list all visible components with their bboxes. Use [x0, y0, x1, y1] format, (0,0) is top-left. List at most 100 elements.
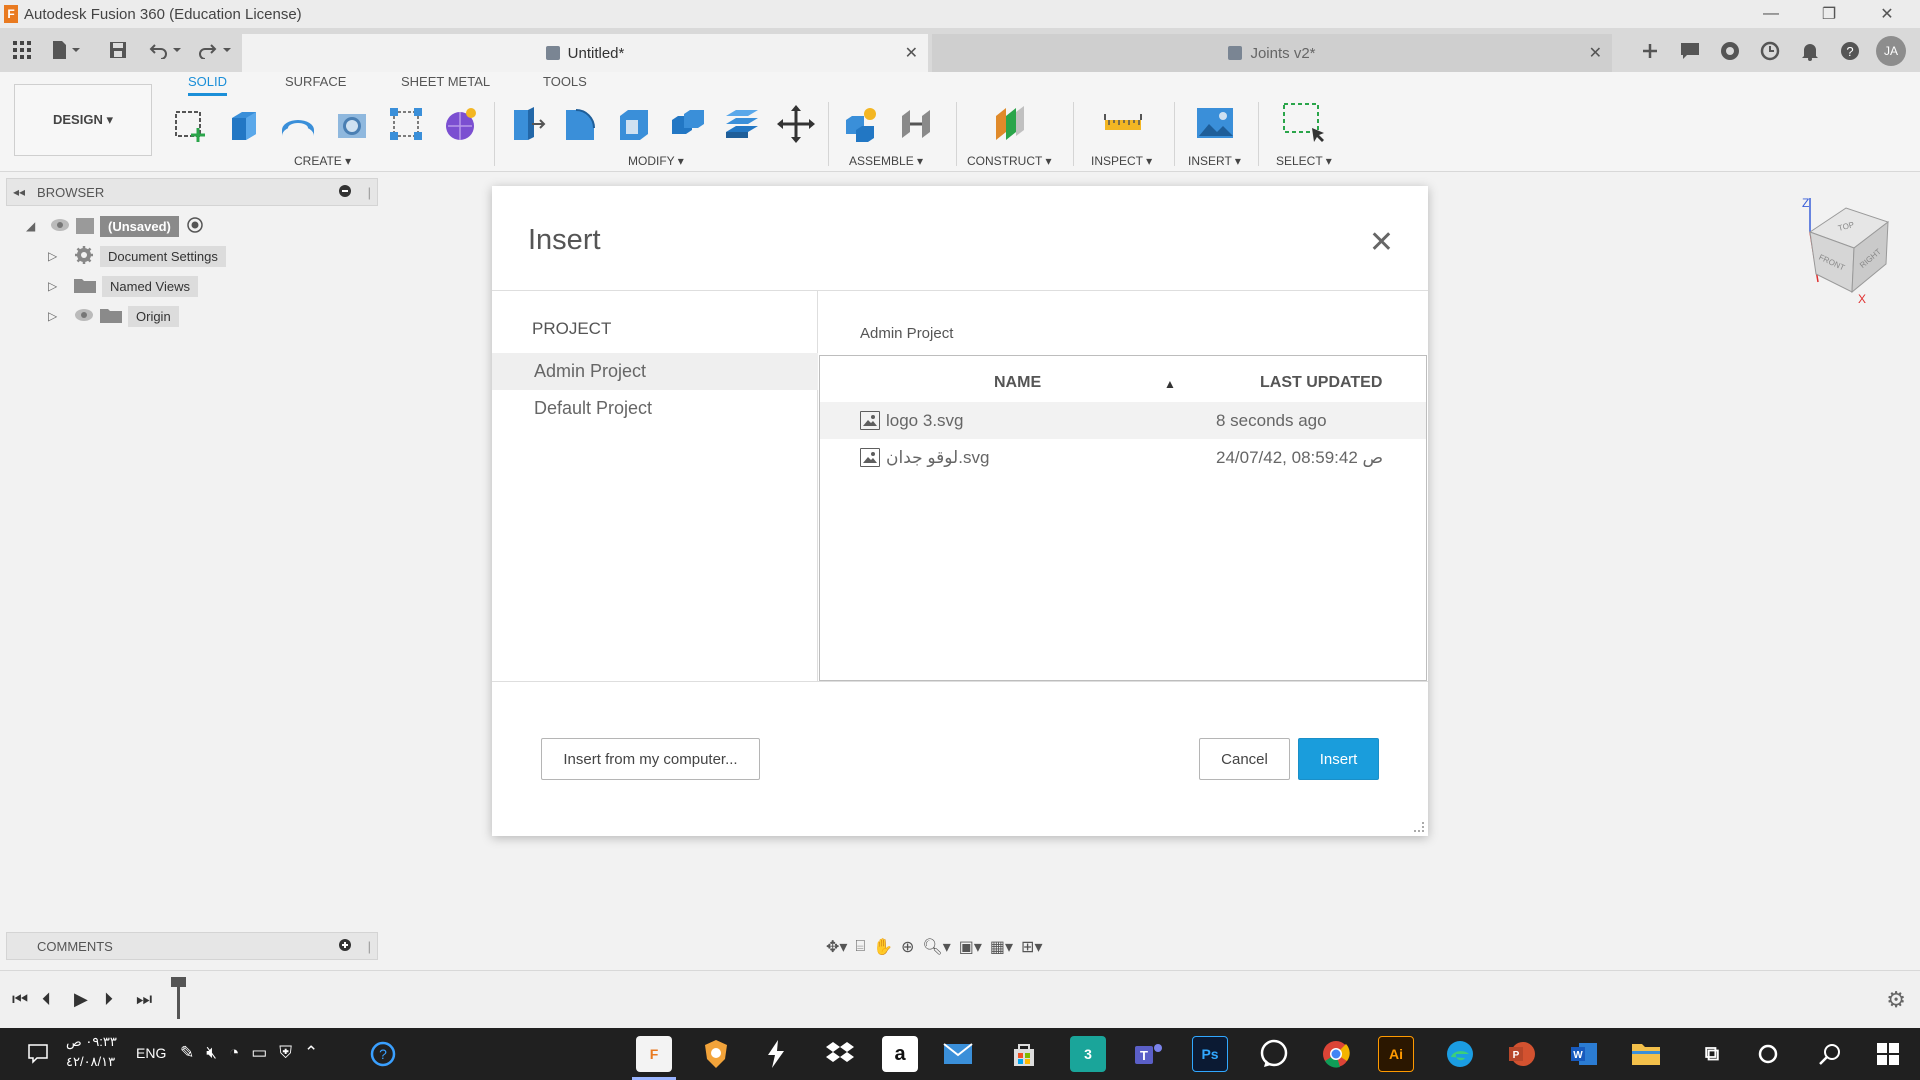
viewcube[interactable]: Z X TOP FRONT RIGHT [1796, 196, 1896, 306]
timeline-settings-gear-icon[interactable]: ⚙ [1886, 987, 1906, 1013]
insert-button[interactable]: Insert [1298, 738, 1379, 780]
browser-root-node[interactable]: ◢ (Unsaved) [26, 214, 203, 238]
illustrator-taskbar-icon[interactable]: Ai [1378, 1036, 1414, 1072]
minimize-button[interactable]: — [1742, 0, 1800, 28]
column-header-last-updated[interactable]: LAST UPDATED [1260, 374, 1382, 392]
user-avatar[interactable]: JA [1876, 36, 1906, 66]
step-back-icon[interactable]: ⏴ [42, 989, 51, 1010]
collapse-panel-icon[interactable]: ◂◂ [13, 185, 25, 199]
create-sketch-icon[interactable] [168, 102, 212, 146]
rectangular-pattern-icon[interactable] [384, 102, 428, 146]
orbit-icon[interactable]: ✥▾ [826, 937, 847, 957]
panel-pin-icon[interactable]: | [368, 185, 371, 200]
press-pull-icon[interactable] [504, 102, 548, 146]
tab-tools[interactable]: TOOLS [543, 74, 587, 93]
combine-icon[interactable] [666, 102, 710, 146]
hole-icon[interactable] [330, 102, 374, 146]
redo-icon[interactable] [196, 38, 236, 62]
amazon-icon[interactable]: a [882, 1036, 918, 1072]
photoshop-taskbar-icon[interactable]: Ps [1192, 1036, 1228, 1072]
job-status-icon[interactable] [1756, 37, 1784, 65]
search-icon[interactable] [1812, 1036, 1848, 1072]
system-tray-icons[interactable]: ✎🔇︎◔▭⛨⌃ [180, 1043, 330, 1063]
cortana-icon[interactable] [1750, 1036, 1786, 1072]
brave-browser-icon[interactable] [698, 1036, 734, 1072]
select-menu[interactable]: SELECT ▾ [1276, 154, 1332, 168]
revolve-icon[interactable] [276, 102, 320, 146]
tab-surface[interactable]: SURFACE [285, 74, 346, 93]
minimize-panel-icon[interactable] [339, 184, 351, 200]
workspace-switcher-button[interactable]: DESIGN ▾ [14, 84, 152, 156]
help-icon[interactable]: ? [1836, 37, 1864, 65]
comment-icon[interactable] [1676, 37, 1704, 65]
insert-menu[interactable]: INSERT ▾ [1188, 154, 1241, 168]
browser-item-document-settings[interactable]: ▷ Document Settings [48, 244, 226, 268]
teams-icon[interactable]: T [1130, 1036, 1166, 1072]
construct-menu[interactable]: CONSTRUCT ▾ [967, 154, 1051, 168]
table-row[interactable]: لوقو جدان.svg 24/07/42, 08:59:42 ص [820, 439, 1426, 476]
display-settings-icon[interactable]: ▣▾ [959, 937, 982, 957]
sort-ascending-icon[interactable]: ▲ [1164, 377, 1176, 391]
table-row[interactable]: logo 3.svg 8 seconds ago [820, 402, 1426, 439]
3d-app-taskbar-icon[interactable]: 3 [1070, 1036, 1106, 1072]
project-item-admin[interactable]: Admin Project [492, 353, 818, 390]
fit-icon[interactable]: 🔍︎▾ [922, 937, 950, 957]
clock-date[interactable]: ٤٢/٠٨/١٣ [66, 1054, 115, 1070]
fillet-icon[interactable] [558, 102, 602, 146]
browser-item-named-views[interactable]: ▷ Named Views [48, 274, 198, 298]
browser-item-origin[interactable]: ▷ Origin [48, 304, 179, 328]
windows-start-icon[interactable] [1870, 1036, 1906, 1072]
restore-button[interactable]: ❐ [1800, 0, 1858, 28]
microsoft-store-icon[interactable] [1006, 1036, 1042, 1072]
grid-settings-icon[interactable]: ▦▾ [990, 937, 1013, 957]
play-icon[interactable]: ▶ [74, 989, 88, 1010]
joint-icon[interactable] [894, 102, 938, 146]
pan-hand-icon[interactable]: ✋ [873, 937, 893, 957]
go-to-start-icon[interactable]: ⏮ [12, 989, 28, 1010]
create-form-icon[interactable] [438, 102, 482, 146]
dialog-close-icon[interactable]: ✕ [1369, 228, 1394, 258]
cursor-app-icon[interactable] [758, 1036, 794, 1072]
close-window-button[interactable]: ✕ [1858, 0, 1916, 28]
fusion-360-taskbar-icon[interactable]: F [636, 1036, 672, 1072]
tab-close-icon[interactable]: ✕ [905, 43, 918, 63]
expand-arrow-icon[interactable]: ▷ [48, 249, 64, 263]
create-menu[interactable]: CREATE ▾ [294, 154, 351, 168]
tab-untitled[interactable]: Untitled* ✕ [242, 34, 928, 72]
look-at-icon[interactable]: ⌸ [855, 938, 865, 956]
new-component-icon[interactable] [840, 102, 884, 146]
assemble-menu[interactable]: ASSEMBLE ▾ [849, 154, 923, 168]
whatsapp-icon[interactable] [1256, 1036, 1292, 1072]
help-circle-icon[interactable]: ? [370, 1041, 396, 1070]
save-icon[interactable] [106, 38, 130, 62]
activate-radio-icon[interactable] [187, 216, 203, 236]
window-select-icon[interactable] [1282, 102, 1326, 146]
dropbox-icon[interactable] [822, 1036, 858, 1072]
extensions-icon[interactable] [1716, 37, 1744, 65]
collapse-arrow-icon[interactable]: ◢ [26, 219, 42, 233]
extrude-icon[interactable] [222, 102, 266, 146]
undo-icon[interactable] [146, 38, 186, 62]
data-panel-grid-icon[interactable] [10, 38, 34, 62]
panel-pin-icon[interactable]: | [368, 939, 371, 954]
new-tab-plus-icon[interactable] [1636, 37, 1664, 65]
word-icon[interactable]: W [1566, 1036, 1602, 1072]
tab-solid[interactable]: SOLID [188, 74, 228, 96]
expand-arrow-icon[interactable]: ▷ [48, 309, 64, 323]
tab-sheet-metal[interactable]: SHEET METAL [401, 74, 490, 93]
shell-icon[interactable] [612, 102, 656, 146]
mail-icon[interactable] [940, 1036, 976, 1072]
clock-time[interactable]: ٠٩:٣٣ ص [66, 1034, 117, 1050]
notification-center-icon[interactable] [28, 1044, 48, 1067]
language-indicator[interactable]: ENG [136, 1045, 166, 1061]
visibility-eye-icon[interactable] [74, 308, 94, 325]
insert-image-icon[interactable] [1193, 102, 1237, 146]
move-copy-icon[interactable] [774, 102, 818, 146]
viewports-icon[interactable]: ⊞▾ [1021, 937, 1042, 957]
zoom-icon[interactable]: ⊕ [901, 937, 914, 957]
file-explorer-icon[interactable] [1628, 1036, 1664, 1072]
tab-joints-v2[interactable]: Joints v2* ✕ [932, 34, 1612, 72]
measure-icon[interactable] [1101, 102, 1145, 146]
powerpoint-icon[interactable]: P [1504, 1036, 1540, 1072]
timeline-marker[interactable] [171, 977, 186, 1019]
